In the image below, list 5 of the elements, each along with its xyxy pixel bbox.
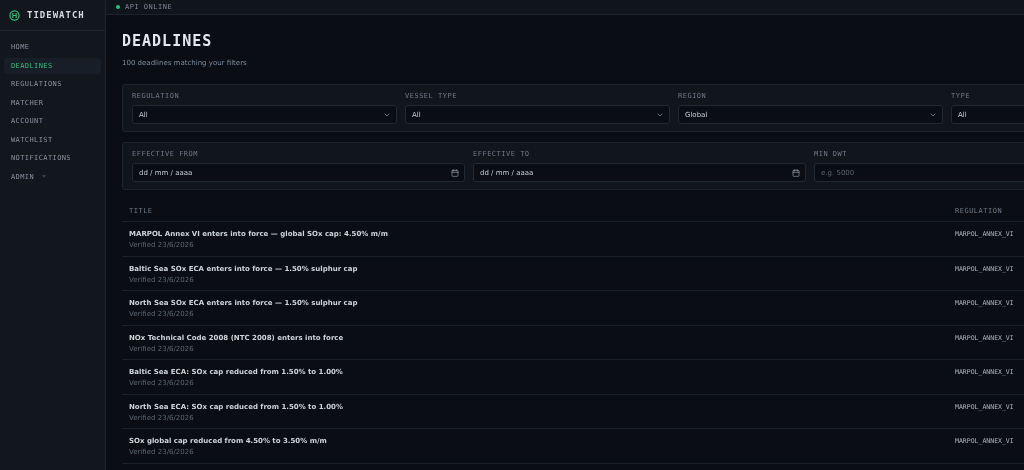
calendar-icon — [792, 168, 800, 177]
logo-icon — [9, 9, 20, 21]
brand-name: TIDEWATCH — [27, 10, 85, 20]
page-title: DEADLINES — [122, 32, 214, 50]
calendar-icon — [451, 168, 459, 177]
